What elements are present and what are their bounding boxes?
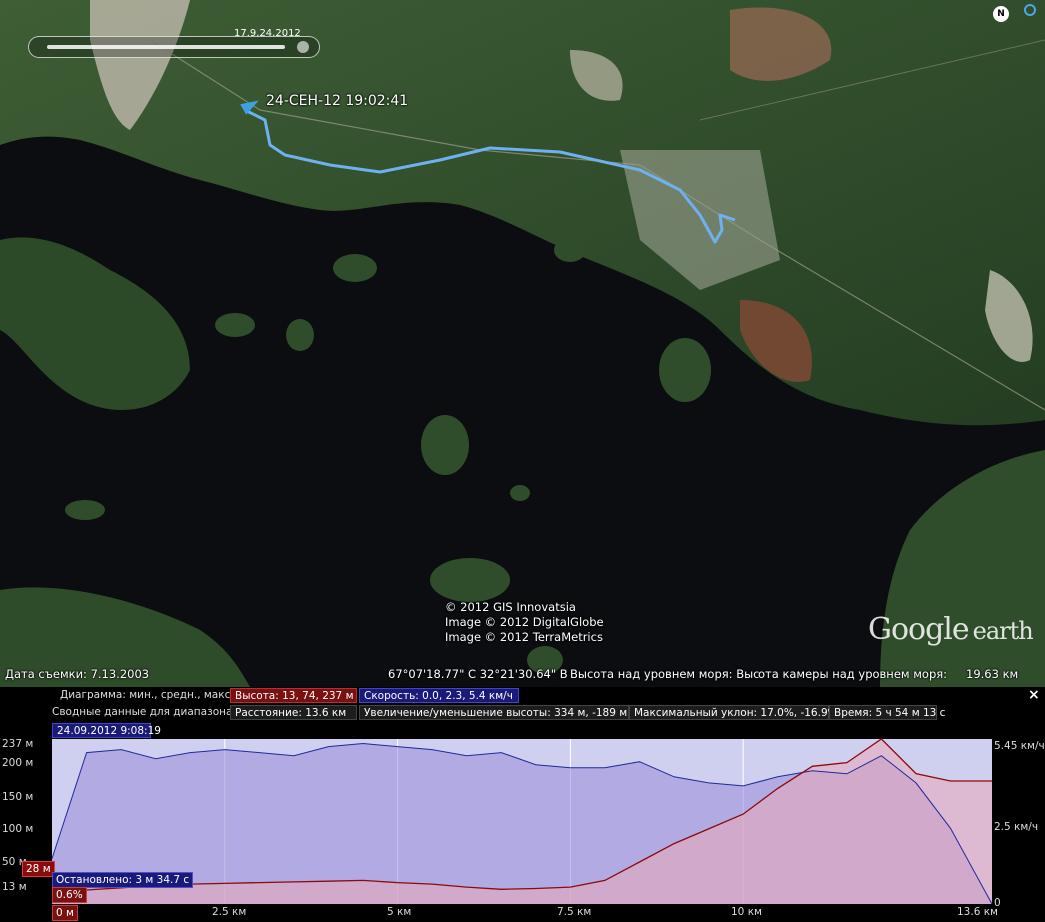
x-tick: 5 км <box>387 906 412 918</box>
y-tick-right: 2.5 км/ч <box>994 821 1039 833</box>
y-tick-left: 237 м <box>2 738 34 750</box>
x-tick: 10 км <box>731 906 762 918</box>
status-bar: Дата съемки: 7.13.2003 67°07'18.77" С 32… <box>0 663 1045 687</box>
y-tick-right: 5.45 км/ч <box>994 740 1045 752</box>
satellite-imagery <box>0 0 1045 687</box>
time-slider-date: 17.9.24.2012 <box>234 28 301 39</box>
cursor-elevation-flag: 28 м <box>22 861 55 877</box>
y-tick-left: 100 м <box>2 823 34 835</box>
stopped-duration-flag: Остановлено: 3 м 34.7 с <box>52 872 194 888</box>
time-value: Время: 5 ч 54 м 13 с <box>829 705 945 720</box>
logo-sub: earth <box>972 617 1034 645</box>
streaming-status-icon <box>1024 4 1036 16</box>
gain-loss-value: Увеличение/уменьшение высоты: 334 м, -18… <box>359 705 629 720</box>
distance-value: Расстояние: 13.6 км <box>230 705 357 720</box>
ground-elevation: Высота над уровнем моря: Выс <box>570 667 760 681</box>
copyright-line: Image © 2012 TerraMetrics <box>445 630 603 644</box>
speed-stats-button[interactable]: Скорость: 0.0, 2.3, 5.4 км/ч <box>359 688 519 703</box>
close-icon[interactable]: × <box>1028 687 1040 703</box>
elevation-speed-chart[interactable] <box>0 736 1045 922</box>
max-slope-value: Максимальный уклон: 17.0%, -16.9% <box>629 705 838 720</box>
time-slider-track[interactable] <box>47 45 285 49</box>
map-view[interactable]: 17.9.24.2012 24-СЕН-12 19:02:41 N © 2012… <box>0 0 1045 687</box>
camera-altitude-label: ота камеры над уровнем моря: <box>758 667 948 681</box>
cursor-distance-flag: 0 м <box>52 905 78 921</box>
diagram-label: Диаграмма: мин., средн., макс.: <box>60 689 238 701</box>
x-tick: 2.5 км <box>212 906 247 918</box>
summary-label: Сводные данные для диапазона: <box>52 706 236 718</box>
imagery-copyright: © 2012 GIS Innovatsia Image © 2012 Digit… <box>445 600 604 645</box>
imagery-date: Дата съемки: 7.13.2003 <box>5 667 150 681</box>
x-tick: 7.5 км <box>557 906 592 918</box>
y-tick-left: 200 м <box>2 757 34 769</box>
north-compass-icon[interactable]: N <box>993 6 1009 22</box>
placemark-label[interactable]: 24-СЕН-12 19:02:41 <box>266 93 408 109</box>
time-slider-knob[interactable] <box>297 41 309 53</box>
cursor-slope-flag: 0.6% <box>52 887 87 903</box>
copyright-line: Image © 2012 DigitalGlobe <box>445 615 604 629</box>
camera-altitude-value: 19.63 км <box>966 667 1019 681</box>
logo-main: Google <box>868 612 970 647</box>
copyright-line: © 2012 GIS Innovatsia <box>445 600 576 614</box>
x-tick: 13.6 км <box>957 906 998 918</box>
cursor-coordinates: 67°07'18.77" С 32°21'30.64" В <box>388 667 568 681</box>
time-slider[interactable]: 17.9.24.2012 <box>28 28 320 58</box>
elevation-stats-button[interactable]: Высота: 13, 74, 237 м <box>230 688 357 703</box>
y-tick-left: 13 м <box>2 881 27 893</box>
y-tick-left: 150 м <box>2 791 34 803</box>
google-earth-logo: Google earth <box>868 612 1034 647</box>
